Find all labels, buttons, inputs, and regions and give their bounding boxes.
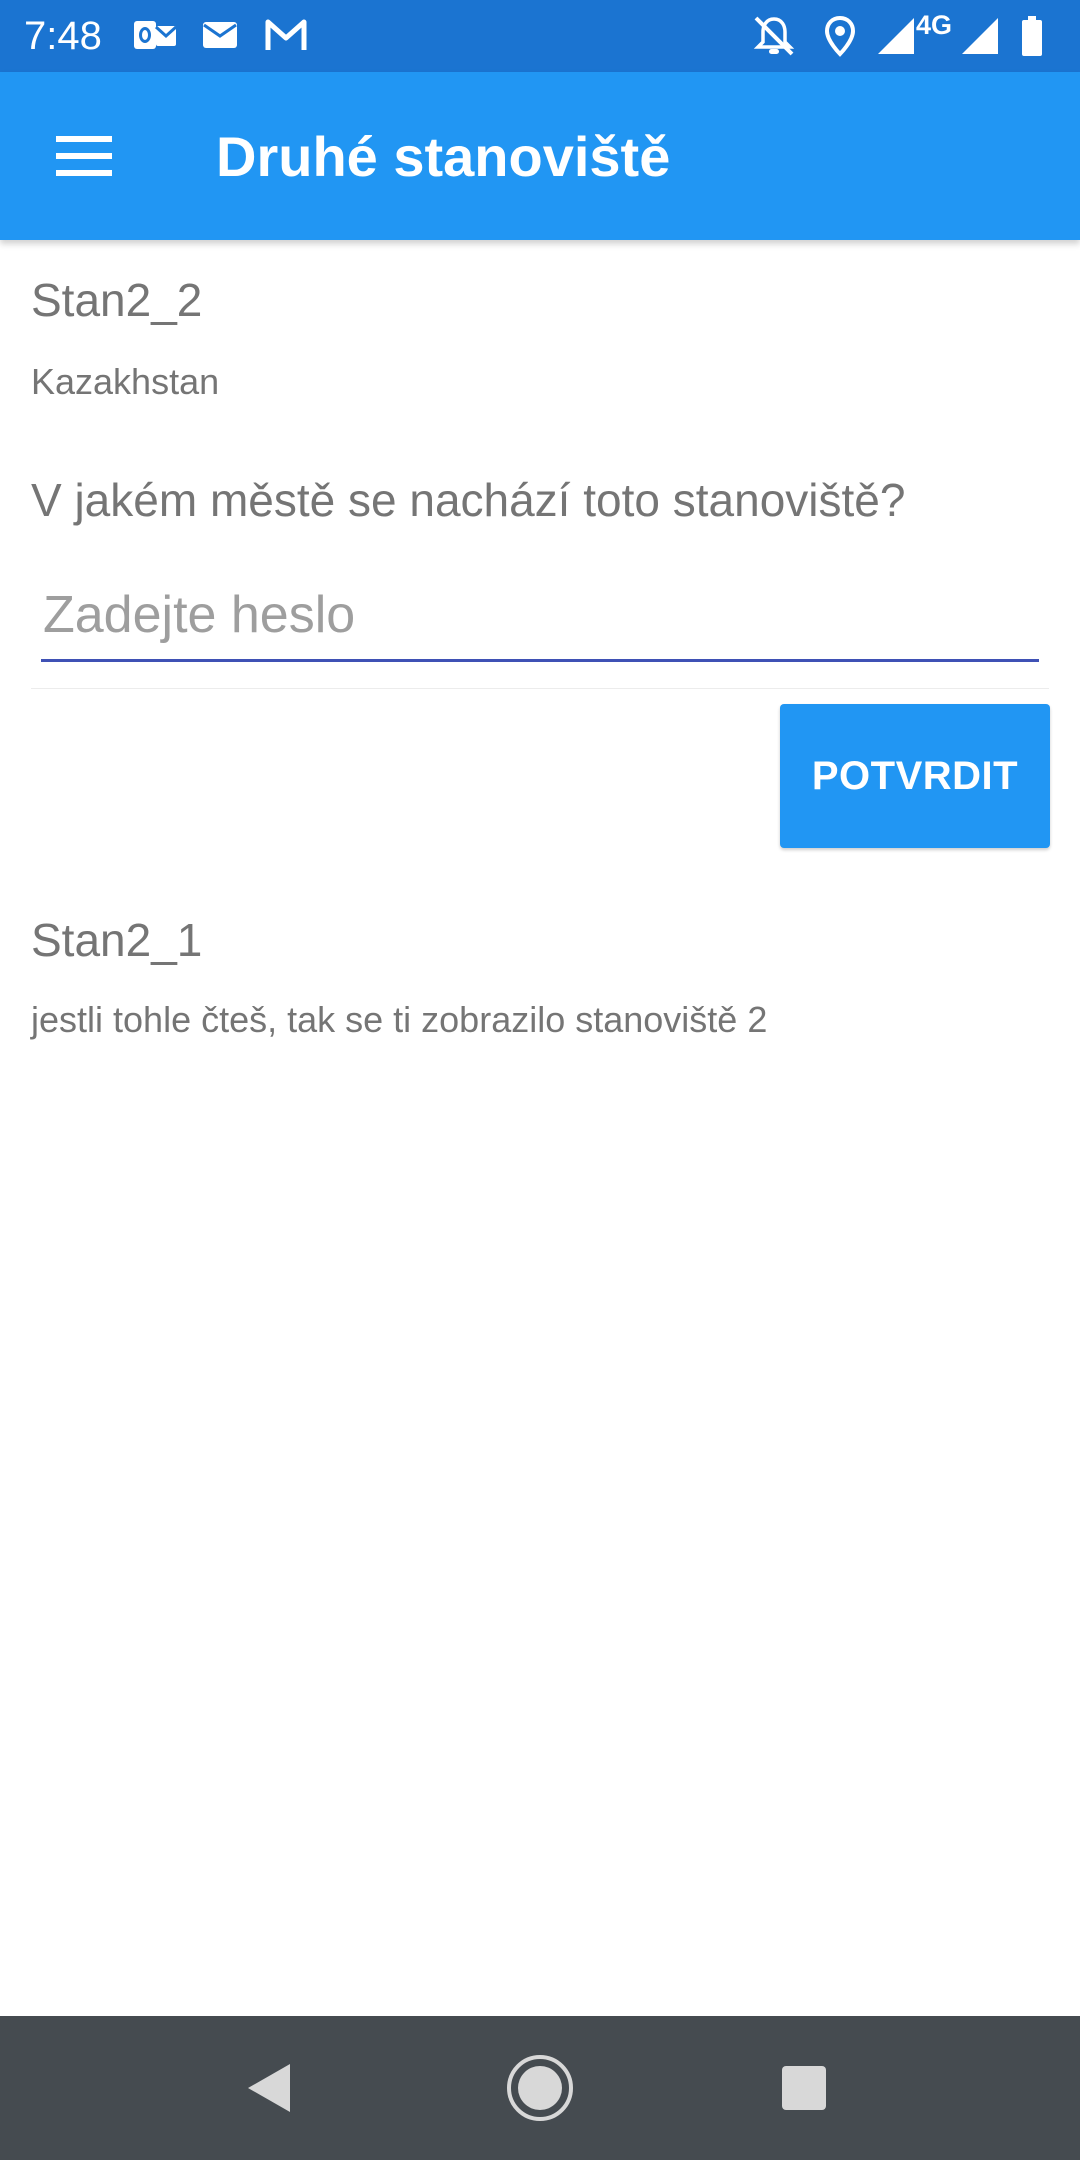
hamburger-menu-icon[interactable]: [36, 117, 132, 195]
network-type-label: 4G: [916, 10, 953, 40]
station-previous-text: jestli tohle čteš, tak se ti zobrazilo s…: [31, 999, 768, 1040]
password-input[interactable]: [41, 580, 1039, 662]
signal-icon: [872, 14, 920, 58]
battery-icon: [1008, 14, 1056, 58]
station-current-subtitle: Kazakhstan: [31, 361, 220, 402]
divider: [31, 688, 1049, 689]
signal-strength-icon: [958, 14, 1006, 58]
outlook-icon: [132, 14, 180, 58]
page-title: Druhé stanoviště: [216, 125, 671, 188]
back-icon[interactable]: [234, 2052, 306, 2124]
location-icon: [816, 14, 864, 58]
app-bar: Druhé stanoviště: [0, 72, 1080, 240]
recents-icon[interactable]: [768, 2052, 840, 2124]
gmail-icon: [262, 14, 310, 58]
confirm-button[interactable]: POTVRDIT: [780, 704, 1050, 848]
notifications-off-icon: [750, 14, 798, 58]
station-previous-title: Stan2_1: [31, 914, 203, 966]
navigation-bar: [0, 2016, 1080, 2160]
station-current-title: Stan2_2: [31, 274, 203, 326]
status-time: 7:48: [24, 14, 102, 58]
home-icon[interactable]: [504, 2052, 576, 2124]
mail-icon: [196, 14, 244, 58]
status-bar: 7:48 4G: [0, 0, 1080, 72]
station-question: V jakém městě se nachází toto stanoviště…: [31, 474, 906, 526]
